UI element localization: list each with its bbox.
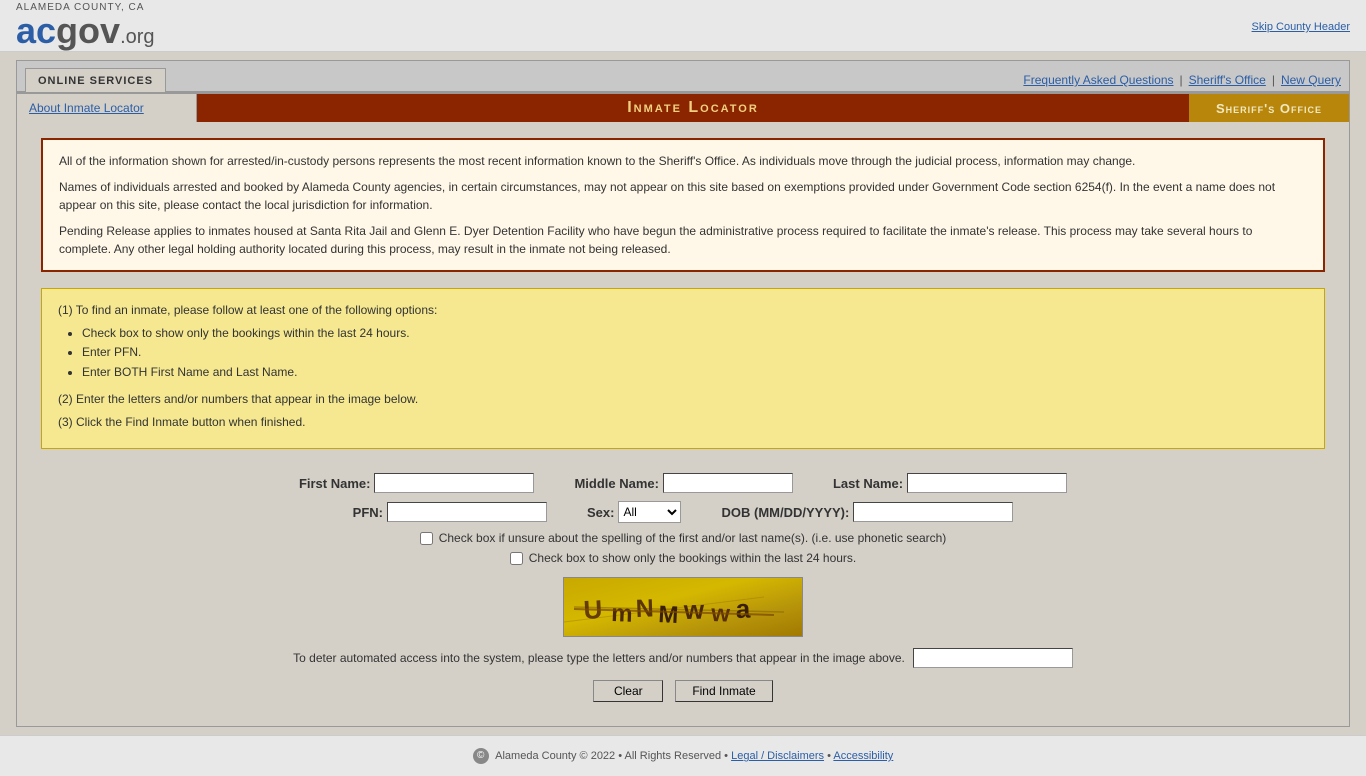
sheriffs-office-link[interactable]: Sheriff's Office (1189, 73, 1266, 87)
instruction-step3: (3) Click the Find Inmate button when fi… (58, 413, 1308, 432)
pfn-group: PFN: (353, 502, 547, 522)
online-services-tab: ONLINE SERVICES (25, 68, 166, 92)
svg-text:w: w (683, 595, 706, 625)
form-row-names: First Name: Middle Name: Last Name: (41, 473, 1325, 493)
last-name-label: Last Name: (833, 476, 903, 491)
county-logo: ALAMEDA COUNTY, CA acgov.org (16, 2, 155, 49)
checkbox-row-2: Check box to show only the bookings with… (41, 551, 1325, 565)
pfn-input[interactable] (387, 502, 547, 522)
captcha-instruction-text: To deter automated access into the syste… (293, 651, 905, 665)
instruction-bullet-2: Enter PFN. (82, 343, 1308, 362)
checkbox-row-1: Check box if unsure about the spelling o… (41, 531, 1325, 545)
button-row: Clear Find Inmate (41, 680, 1325, 702)
first-name-input[interactable] (374, 473, 534, 493)
captcha-area: U m N M w w a To deter automated access (41, 577, 1325, 668)
captcha-instruction-row: To deter automated access into the syste… (41, 648, 1325, 668)
warning-paragraph-3: Pending Release applies to inmates house… (59, 222, 1307, 258)
nav-links: Frequently Asked Questions | Sheriff's O… (1023, 73, 1349, 91)
footer-text: Alameda County © 2022 • All Rights Reser… (495, 750, 728, 762)
middle-name-input[interactable] (663, 473, 793, 493)
captcha-image: U m N M w w a (563, 577, 803, 637)
warning-box: All of the information shown for arreste… (41, 138, 1325, 272)
instruction-step1: (1) To find an inmate, please follow at … (58, 301, 1308, 320)
sheriffs-office-title: Sheriff's Office (1189, 94, 1349, 122)
instruction-bullet-1: Check box to show only the bookings with… (82, 324, 1308, 343)
instruction-bullets: Check box to show only the bookings with… (82, 324, 1308, 382)
logo-ac: ac (16, 10, 56, 51)
accessibility-link[interactable]: Accessibility (833, 750, 893, 762)
svg-text:m: m (611, 600, 633, 628)
first-name-label: First Name: (299, 476, 371, 491)
sex-select[interactable]: All Male Female (618, 501, 681, 523)
faq-link[interactable]: Frequently Asked Questions (1023, 73, 1173, 87)
middle-name-label: Middle Name: (574, 476, 659, 491)
find-inmate-button[interactable]: Find Inmate (675, 680, 772, 702)
dob-input[interactable] (853, 502, 1013, 522)
svg-text:a: a (735, 594, 751, 625)
middle-name-group: Middle Name: (574, 473, 793, 493)
new-query-link[interactable]: New Query (1281, 73, 1341, 87)
title-bar: About Inmate Locator Inmate Locator Sher… (17, 94, 1349, 122)
pfn-label: PFN: (353, 505, 383, 520)
sex-label: Sex: (587, 505, 614, 520)
search-form: First Name: Middle Name: Last Name: (41, 465, 1325, 710)
dob-label: DOB (MM/DD/YYYY): (721, 505, 849, 520)
last-24-hours-checkbox[interactable] (510, 552, 523, 565)
warning-paragraph-2: Names of individuals arrested and booked… (59, 178, 1307, 214)
county-logo-large: acgov.org (16, 13, 155, 49)
phonetic-search-label: Check box if unsure about the spelling o… (439, 531, 947, 545)
instructions-box: (1) To find an inmate, please follow at … (41, 288, 1325, 449)
last-24-hours-label: Check box to show only the bookings with… (529, 551, 857, 565)
phonetic-search-checkbox[interactable] (420, 532, 433, 545)
nav-separator-2: | (1272, 73, 1275, 87)
form-row-pfn-sex-dob: PFN: Sex: All Male Female DOB (MM/DD/YYY… (41, 501, 1325, 523)
legal-disclaimers-link[interactable]: Legal / Disclaimers (731, 750, 824, 762)
footer: © Alameda County © 2022 • All Rights Res… (0, 735, 1366, 776)
footer-bullet: • (827, 750, 831, 762)
page-title: Inmate Locator (197, 94, 1189, 122)
svg-text:M: M (658, 601, 679, 629)
instruction-step2: (2) Enter the letters and/or numbers tha… (58, 390, 1308, 409)
footer-icon: © (473, 748, 489, 764)
first-name-group: First Name: (299, 473, 535, 493)
captcha-svg: U m N M w w a (564, 577, 802, 637)
nav-separator-1: | (1180, 73, 1183, 87)
sex-group: Sex: All Male Female (587, 501, 681, 523)
skip-county-header-link[interactable]: Skip County Header (1252, 21, 1350, 33)
last-name-group: Last Name: (833, 473, 1067, 493)
clear-button[interactable]: Clear (593, 680, 663, 702)
warning-paragraph-1: All of the information shown for arreste… (59, 152, 1307, 170)
last-name-input[interactable] (907, 473, 1067, 493)
dob-group: DOB (MM/DD/YYYY): (721, 502, 1013, 522)
svg-text:N: N (635, 595, 654, 624)
logo-gov: gov (56, 10, 120, 51)
captcha-input[interactable] (913, 648, 1073, 668)
logo-org: .org (120, 26, 154, 48)
about-inmate-locator-link[interactable]: About Inmate Locator (17, 94, 197, 122)
instruction-bullet-3: Enter BOTH First Name and Last Name. (82, 363, 1308, 382)
